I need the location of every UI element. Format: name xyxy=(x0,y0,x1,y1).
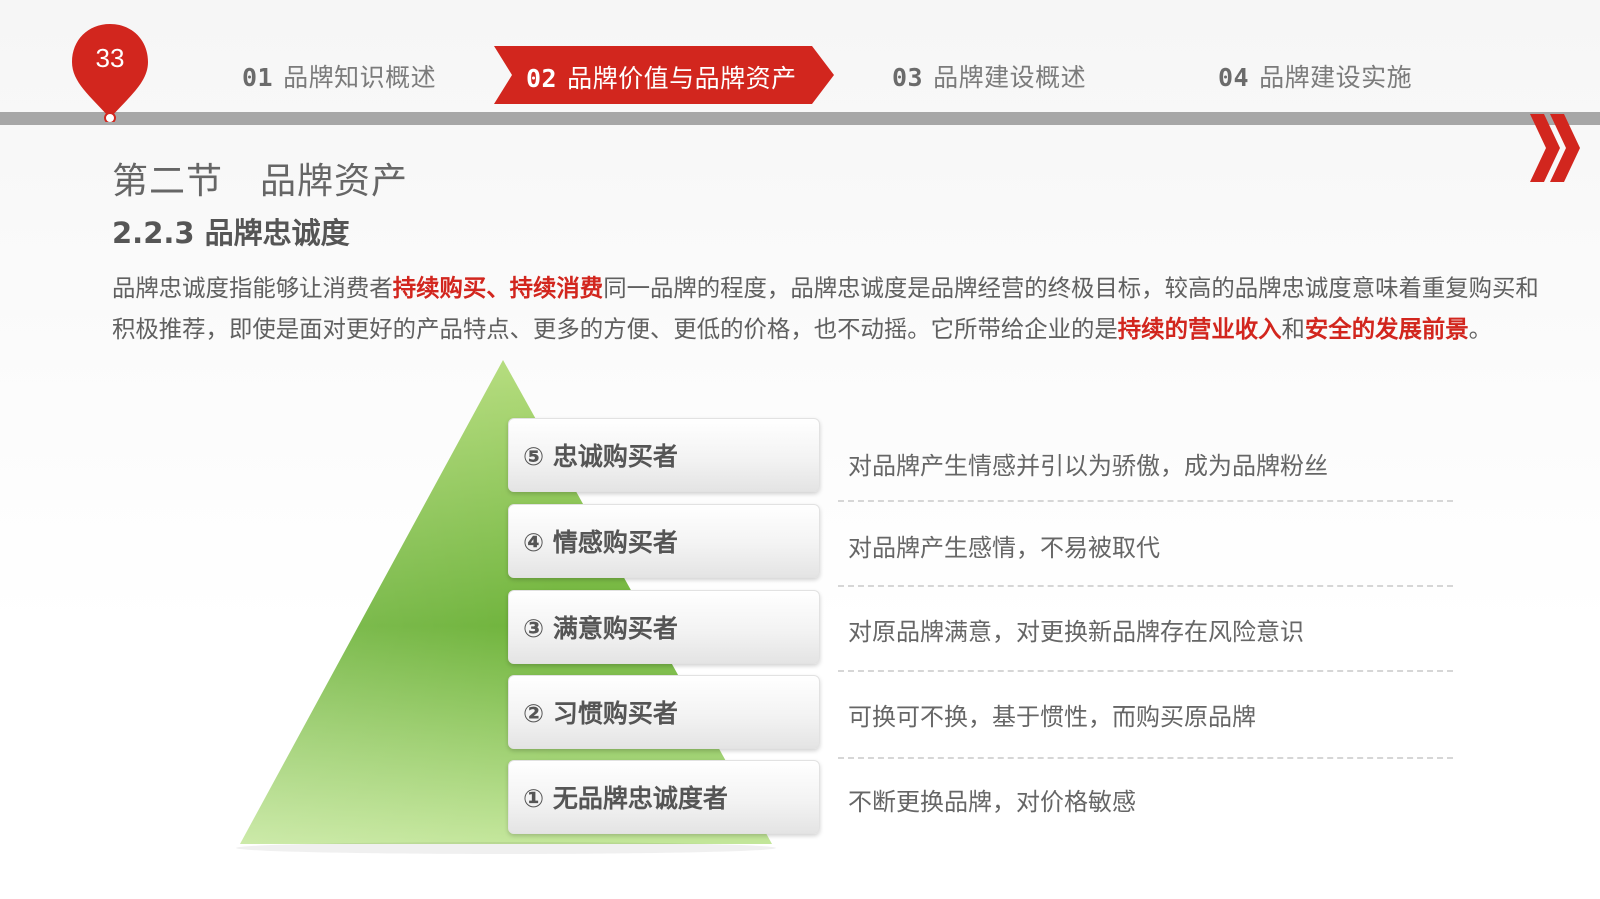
level-emotional-buyer: ④ 情感购买者 xyxy=(508,504,820,578)
tab-brand-building-implementation[interactable]: 04 品牌建设实施 xyxy=(1218,58,1412,94)
level-desc: 对品牌产生情感并引以为骄傲，成为品牌粉丝 xyxy=(848,452,1328,480)
level-desc: 对品牌产生感情，不易被取代 xyxy=(848,534,1160,562)
level-desc: 不断更换品牌，对价格敏感 xyxy=(848,788,1136,816)
tab-brand-value-equity[interactable]: 02 品牌价值与品牌资产 xyxy=(526,59,797,95)
level-loyal-buyer: ⑤ 忠诚购买者 xyxy=(508,418,820,492)
level-satisfied-buyer: ③ 满意购买者 xyxy=(508,590,820,664)
level-desc: 对原品牌满意，对更换新品牌存在风险意识 xyxy=(848,618,1304,646)
double-chevron-right-icon[interactable] xyxy=(1530,114,1582,182)
section-title: 第二节 品牌资产 xyxy=(112,161,409,202)
subsection-title: 2.2.3 品牌忠诚度 xyxy=(112,216,350,250)
page-number: 33 xyxy=(95,43,125,73)
divider xyxy=(838,585,1453,587)
tab-brand-knowledge[interactable]: 01 品牌知识概述 xyxy=(242,58,436,94)
nav-bar xyxy=(0,112,1600,125)
highlight-sustained-revenue: 持续的营业收入 xyxy=(1117,315,1282,343)
highlight-safe-prospect: 安全的发展前景 xyxy=(1304,315,1469,343)
level-habitual-buyer: ② 习惯购买者 xyxy=(508,675,820,749)
divider xyxy=(838,500,1453,502)
tab-brand-building-overview[interactable]: 03 品牌建设概述 xyxy=(892,58,1086,94)
level-no-loyalty-buyer: ① 无品牌忠诚度者 xyxy=(508,760,820,834)
level-desc: 可换可不换，基于惯性，而购买原品牌 xyxy=(848,703,1256,731)
divider xyxy=(838,670,1453,672)
divider xyxy=(838,757,1453,759)
intro-paragraph: 品牌忠诚度指能够让消费者持续购买、持续消费同一品牌的程度，品牌忠诚度是品牌经营的… xyxy=(112,274,1539,343)
highlight-sustained-purchase: 持续购买、持续消费 xyxy=(392,274,604,302)
